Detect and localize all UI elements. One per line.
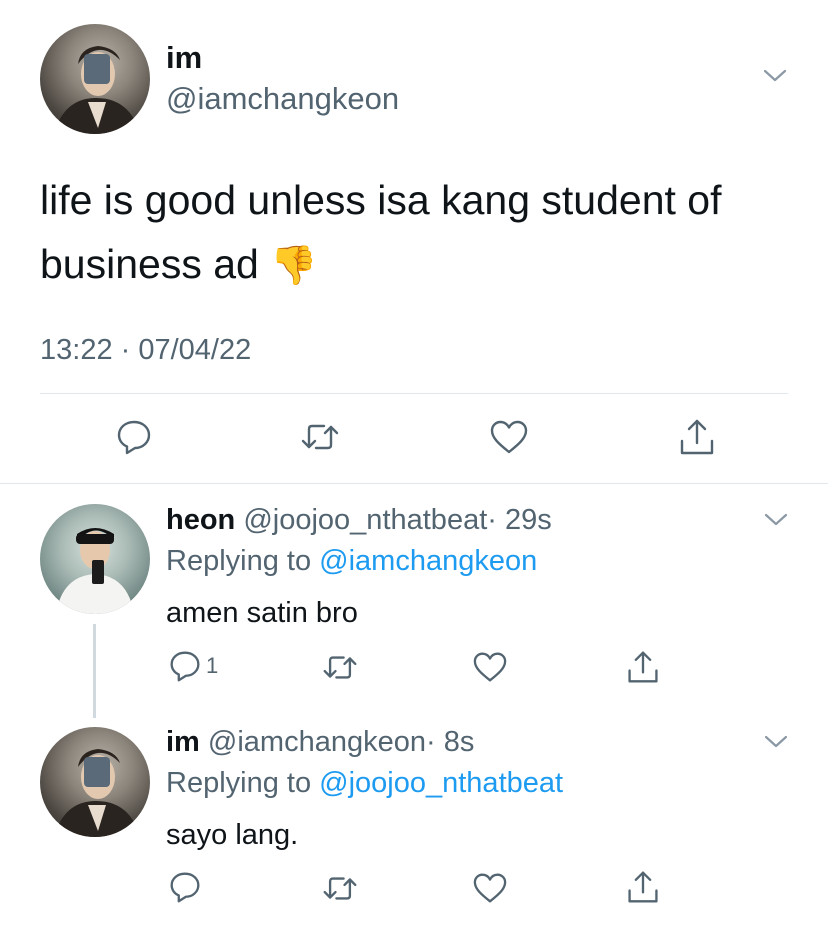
reply-icon <box>170 872 200 903</box>
reply-2-reply-button[interactable] <box>168 871 202 903</box>
retweet-icon <box>301 424 339 450</box>
reply-1-handle[interactable]: @joojoo_nthatbeat <box>243 504 487 536</box>
reply-2-text: sayo lang. <box>166 819 299 851</box>
replying-to-handle-link[interactable]: @joojoo_nthatbeat <box>319 767 563 799</box>
share-icon <box>628 651 658 683</box>
reply-icon <box>170 651 200 682</box>
more-menu-button[interactable] <box>762 66 788 86</box>
main-display-name[interactable]: im <box>166 40 202 76</box>
replying-to-label: Replying to <box>166 767 312 799</box>
chevron-down-icon <box>764 735 788 748</box>
replying-to-handle-link[interactable]: @iamchangkeon <box>319 545 537 577</box>
main-retweet-button[interactable] <box>300 421 340 453</box>
reply-1-header: heon @joojoo_nthatbeat· 29s <box>166 503 552 537</box>
main-share-button[interactable] <box>678 417 716 457</box>
heart-icon <box>473 652 507 682</box>
avatar-reply-1[interactable] <box>40 504 150 614</box>
main-tweet-text: life is good unless isa kang student of … <box>40 168 790 298</box>
share-icon <box>680 419 714 455</box>
thumbs-down-emoji: 👎 <box>270 245 318 287</box>
heart-icon <box>490 420 528 454</box>
reply-2-replying-to: Replying to @joojoo_nthatbeat <box>166 766 563 800</box>
avatar-image <box>54 749 140 837</box>
reply-1-reply-button[interactable]: 1 <box>168 649 238 685</box>
main-reply-button[interactable] <box>115 419 153 455</box>
main-like-button[interactable] <box>489 419 529 455</box>
reply-1-like-button[interactable] <box>472 651 508 683</box>
reply-2-handle[interactable]: @iamchangkeon <box>208 726 426 758</box>
reply-2-display-name[interactable]: im <box>166 726 200 758</box>
divider-replies <box>0 483 828 484</box>
reply-1-retweet-button[interactable] <box>322 653 358 682</box>
divider-main-actions <box>40 393 788 394</box>
reply-2-more-button[interactable] <box>763 732 789 752</box>
heart-icon <box>473 873 507 903</box>
reply-1-time[interactable]: · 29s <box>487 504 551 536</box>
avatar-image <box>54 46 140 134</box>
reply-2-like-button[interactable] <box>472 872 508 904</box>
share-icon <box>628 871 658 903</box>
avatar-reply-2[interactable] <box>40 727 150 837</box>
main-handle[interactable]: @iamchangkeon <box>166 81 399 117</box>
reply-1-more-button[interactable] <box>763 510 789 530</box>
avatar-image <box>56 528 134 614</box>
avatar-main-author[interactable] <box>40 24 150 134</box>
reply-1-display-name[interactable]: heon <box>166 504 235 536</box>
replying-to-label: Replying to <box>166 545 312 577</box>
reply-1-reply-count: 1 <box>206 653 219 678</box>
reply-2-share-button[interactable] <box>626 869 660 905</box>
reply-2-header: im @iamchangkeon· 8s <box>166 725 474 759</box>
reply-2-time[interactable]: · 8s <box>426 726 474 758</box>
thread-connector-line <box>93 624 96 718</box>
reply-1-replying-to: Replying to @iamchangkeon <box>166 544 537 578</box>
main-tweet-text-body: life is good unless isa kang student of … <box>40 177 722 287</box>
reply-2-retweet-button[interactable] <box>322 874 358 903</box>
chevron-down-icon <box>763 69 787 82</box>
main-timestamp[interactable]: 13:22 · 07/04/22 <box>40 332 251 368</box>
chevron-down-icon <box>764 513 788 526</box>
reply-1-text: amen satin bro <box>166 597 358 629</box>
retweet-icon <box>323 656 357 679</box>
reply-icon <box>117 420 151 455</box>
reply-1-share-button[interactable] <box>626 649 660 685</box>
retweet-icon <box>323 877 357 900</box>
